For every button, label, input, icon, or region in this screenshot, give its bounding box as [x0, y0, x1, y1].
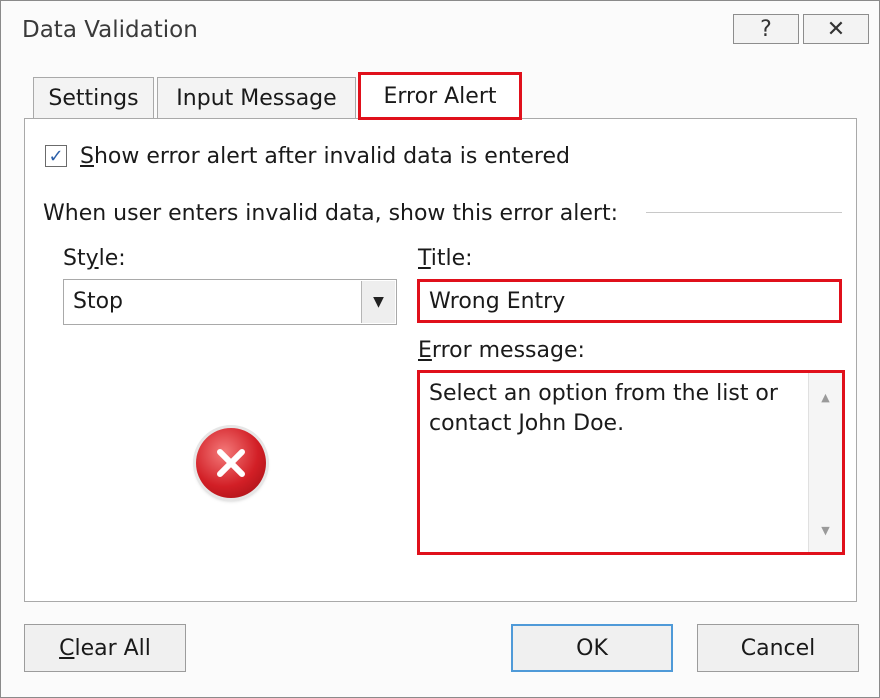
- tab-input-message[interactable]: Input Message: [157, 77, 356, 119]
- error-message-text: Select an option from the list or contac…: [429, 381, 778, 436]
- title-value: Wrong Entry: [429, 289, 566, 314]
- style-label: Style:: [63, 246, 126, 271]
- show-alert-label[interactable]: Show error alert after invalid data is e…: [80, 144, 570, 169]
- group-divider: [646, 212, 842, 213]
- title-label: Title:: [418, 246, 473, 271]
- window-title: Data Validation: [22, 17, 198, 43]
- check-mark-icon: ✓: [48, 145, 64, 167]
- show-alert-checkbox[interactable]: ✓: [45, 145, 67, 167]
- clear-all-button[interactable]: Clear All: [24, 624, 186, 672]
- style-value: Stop: [73, 289, 124, 314]
- error-message-label: Error message:: [418, 338, 585, 363]
- title-input[interactable]: Wrong Entry: [417, 279, 842, 323]
- group-label: When user enters invalid data, show this…: [43, 201, 619, 226]
- style-select[interactable]: Stop ▼: [63, 279, 397, 325]
- close-button[interactable]: ✕: [803, 14, 869, 44]
- cancel-button[interactable]: Cancel: [697, 624, 859, 672]
- help-button[interactable]: ?: [733, 14, 799, 44]
- stop-error-icon: [196, 428, 266, 498]
- dropdown-arrow-icon[interactable]: ▼: [361, 281, 395, 323]
- message-scrollbar[interactable]: ▲ ▼: [808, 373, 842, 552]
- error-message-textarea[interactable]: Select an option from the list or contac…: [417, 370, 845, 555]
- scroll-up-arrow-icon[interactable]: ▲: [809, 385, 842, 409]
- tab-settings[interactable]: Settings: [33, 77, 154, 119]
- scroll-down-arrow-icon[interactable]: ▼: [809, 518, 842, 542]
- ok-button[interactable]: OK: [511, 624, 673, 672]
- tab-error-alert[interactable]: Error Alert: [358, 72, 522, 120]
